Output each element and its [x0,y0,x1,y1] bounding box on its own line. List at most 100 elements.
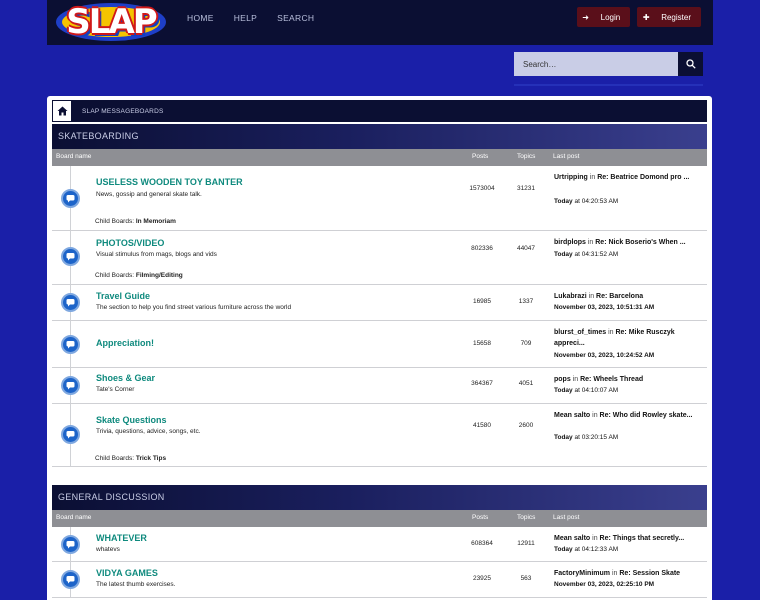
col-topics: Topics [517,514,536,521]
last-post-time: Today at 04:10:07 AM [554,387,618,394]
nav-home[interactable]: HOME [177,0,224,36]
last-post-topic[interactable]: Re: Barcelona [596,293,643,300]
board-row: Appreciation! 15658 709 blurst_of_times … [52,321,707,368]
board-title[interactable]: WHATEVER [96,533,147,543]
last-post-user[interactable]: Urtripping [554,174,588,181]
board-status-icon[interactable] [61,376,80,395]
board-status-icon[interactable] [61,247,80,266]
board-posts: 23925 [472,575,492,582]
category-skateboarding: SKATEBOARDING Board name Posts Topics La… [52,124,707,467]
search-button[interactable] [678,52,703,76]
board-title[interactable]: Shoes & Gear [96,373,155,383]
last-post-time: November 03, 2023, 02:25:10 PM [554,581,654,588]
last-post-topic[interactable]: Re: Beatrice Domond pro ... [597,174,689,181]
col-posts: Posts [472,514,489,521]
board-description: whatevs [96,546,120,553]
last-post-topic[interactable]: Re: Session Skate [619,570,680,577]
board-topics: 31231 [516,185,536,192]
board-topics: 563 [520,575,532,582]
board-row: PHOTOS/VIDEO Visual stimulus from mags, … [52,231,707,285]
child-board-link[interactable]: Trick Tips [136,455,166,462]
last-post-user[interactable]: blurst_of_times [554,329,606,336]
last-post: Mean salto in Re: Things that secretly..… [554,533,704,544]
in-word: in [592,535,598,542]
board-status-icon[interactable] [61,189,80,208]
in-word: in [611,570,618,577]
board-bubble-icon [66,299,75,307]
col-last-post: Last post [553,514,580,521]
logo-text: SLAP [66,2,157,42]
last-post: blurst_of_times in Re: Mike Rusczyk appr… [554,327,704,349]
board-row: Travel Guide The section to help you fin… [52,285,707,321]
last-post-topic[interactable]: Re: Who did Rowley skate... [600,412,693,419]
category-header[interactable]: SKATEBOARDING [52,124,707,149]
last-post: FactoryMinimum in Re: Session Skate [554,568,704,579]
board-bubble-icon [66,253,75,261]
last-post-time: November 03, 2023, 10:51:31 AM [554,304,654,311]
board-title[interactable]: PHOTOS/VIDEO [96,238,164,248]
board-status-icon[interactable] [61,425,80,444]
last-post-time: November 03, 2023, 10:24:52 AM [554,352,654,359]
last-post-timestamp: at 04:10:07 AM [574,387,619,394]
board-status-icon[interactable] [61,335,80,354]
in-word: in [572,376,579,383]
login-button[interactable]: ➜ Login [576,7,631,27]
last-post: Lukabrazi in Re: Barcelona [554,291,704,302]
board-status-icon[interactable] [61,570,80,589]
auth-buttons: ➜ Login ✚ Register [576,7,701,27]
board-title[interactable]: VIDYA GAMES [96,568,158,578]
nav-search[interactable]: SEARCH [267,0,324,36]
last-post-user[interactable]: Mean salto [554,412,590,419]
board-posts: 41580 [472,422,492,429]
child-board-link[interactable]: In Memoriam [136,218,176,225]
search-underline [514,84,703,86]
last-post-topic[interactable]: Re: Things that secretly... [600,535,685,542]
board-title[interactable]: Travel Guide [96,291,150,301]
search-input[interactable] [514,52,678,76]
board-status-icon[interactable] [61,535,80,554]
last-post-day: Today [554,198,573,205]
board-bubble-icon [66,576,75,584]
last-post-timestamp: November 03, 2023, 02:25:10 PM [554,581,655,588]
board-topics: 1337 [518,298,534,305]
last-post-user[interactable]: birdplops [554,239,586,246]
board-title[interactable]: USELESS WOODEN TOY BANTER [96,177,243,187]
last-post: pops in Re: Wheels Thread [554,374,704,385]
main-panel: SLAP MESSAGEBOARDS SKATEBOARDING Board n… [47,96,712,600]
last-post-user[interactable]: Lukabrazi [554,293,587,300]
last-post-user[interactable]: pops [554,376,571,383]
last-post-timestamp: at 03:20:15 AM [574,434,619,441]
board-posts: 364367 [471,380,493,387]
last-post-user[interactable]: Mean salto [554,535,590,542]
in-word: in [589,174,596,181]
last-post-timestamp: at 04:31:52 AM [574,251,619,258]
register-button[interactable]: ✚ Register [637,7,701,27]
category-header[interactable]: GENERAL DISCUSSION [52,485,707,510]
board-title[interactable]: Appreciation! [96,338,154,348]
in-word: in [588,293,595,300]
col-posts: Posts [472,153,489,160]
board-description: Tate's Corner [96,386,135,393]
last-post-timestamp: at 04:20:53 AM [574,198,619,205]
last-post-day: Today [554,434,573,441]
child-board-link[interactable]: Filming/Editing [136,272,183,279]
child-boards-prefix: Child Boards: [95,455,135,462]
nav-help[interactable]: HELP [224,0,267,36]
home-link[interactable] [52,100,72,122]
child-boards: Child Boards: Filming/Editing [95,272,183,279]
last-post-topic[interactable]: Re: Wheels Thread [580,376,643,383]
board-posts: 15658 [472,340,492,347]
child-boards-prefix: Child Boards: [95,272,135,279]
board-topics: 44047 [516,245,536,252]
board-status-icon[interactable] [61,293,80,312]
last-post-topic[interactable]: Re: Nick Boserio's When ... [595,239,685,246]
site-logo[interactable]: SLAP [55,2,167,42]
last-post-timestamp: November 03, 2023, 10:51:31 AM [554,304,655,311]
board-topics: 12911 [517,540,535,547]
last-post-user[interactable]: FactoryMinimum [554,570,610,577]
last-post-timestamp: at 04:12:33 AM [574,546,619,553]
breadcrumb-label[interactable]: SLAP MESSAGEBOARDS [72,108,164,115]
last-post: birdplops in Re: Nick Boserio's When ... [554,237,704,248]
board-title[interactable]: Skate Questions [96,415,167,425]
board-row: WHATEVER whatevs 608364 12911 Mean salto… [52,527,707,562]
